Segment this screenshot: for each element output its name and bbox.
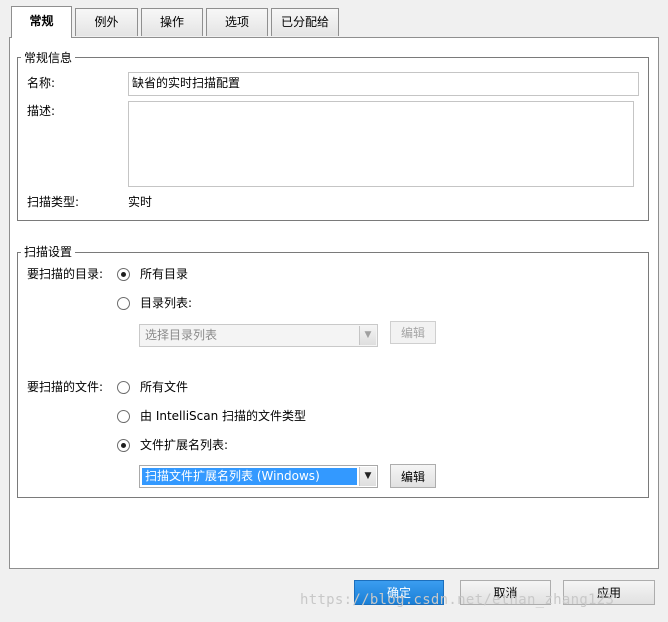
tab-general[interactable]: 常规 xyxy=(11,6,72,38)
scan-settings-group xyxy=(17,252,649,498)
name-field[interactable]: 缺省的实时扫描配置 xyxy=(128,72,639,96)
radio-intelliscan[interactable] xyxy=(117,410,130,423)
tab-assigned-to[interactable]: 已分配给 xyxy=(271,8,339,36)
general-info-legend: 常规信息 xyxy=(21,51,76,65)
dir-list-combo[interactable]: 选择目录列表 ▼ xyxy=(139,324,378,347)
scan-type-value: 实时 xyxy=(128,195,153,209)
tab-options[interactable]: 选项 xyxy=(206,8,268,36)
dirs-to-scan-label: 要扫描的目录: xyxy=(27,267,104,281)
scan-settings-legend: 扫描设置 xyxy=(21,245,76,259)
dir-list-combo-text: 选择目录列表 xyxy=(145,328,218,342)
ext-list-combo[interactable]: 扫描文件扩展名列表 (Windows) ▼ xyxy=(139,465,378,488)
radio-all-files-label[interactable]: 所有文件 xyxy=(140,380,188,394)
radio-all-dirs[interactable] xyxy=(117,268,130,281)
radio-all-dirs-label[interactable]: 所有目录 xyxy=(140,267,188,281)
chevron-down-icon[interactable]: ▼ xyxy=(359,326,376,345)
files-to-scan-label: 要扫描的文件: xyxy=(27,380,104,394)
radio-ext-list[interactable] xyxy=(117,439,130,452)
description-label: 描述: xyxy=(27,104,56,118)
radio-dir-list-label[interactable]: 目录列表: xyxy=(140,296,192,310)
chevron-down-icon[interactable]: ▼ xyxy=(359,467,376,486)
ext-list-combo-text: 扫描文件扩展名列表 (Windows) xyxy=(142,468,357,485)
ext-edit-button[interactable]: 编辑 xyxy=(390,464,436,488)
tab-actions[interactable]: 操作 xyxy=(141,8,203,36)
tab-exceptions[interactable]: 例外 xyxy=(75,8,138,36)
description-field[interactable] xyxy=(128,101,634,187)
radio-dir-list[interactable] xyxy=(117,297,130,310)
radio-ext-list-label[interactable]: 文件扩展名列表: xyxy=(140,438,228,452)
scan-type-label: 扫描类型: xyxy=(27,195,80,209)
name-label: 名称: xyxy=(27,76,56,90)
radio-intelliscan-label[interactable]: 由 IntelliScan 扫描的文件类型 xyxy=(140,409,306,423)
watermark: https://blog.csdn.net/ethan_zhang123 xyxy=(300,592,615,608)
dir-edit-button[interactable]: 编辑 xyxy=(390,321,436,344)
radio-all-files[interactable] xyxy=(117,381,130,394)
